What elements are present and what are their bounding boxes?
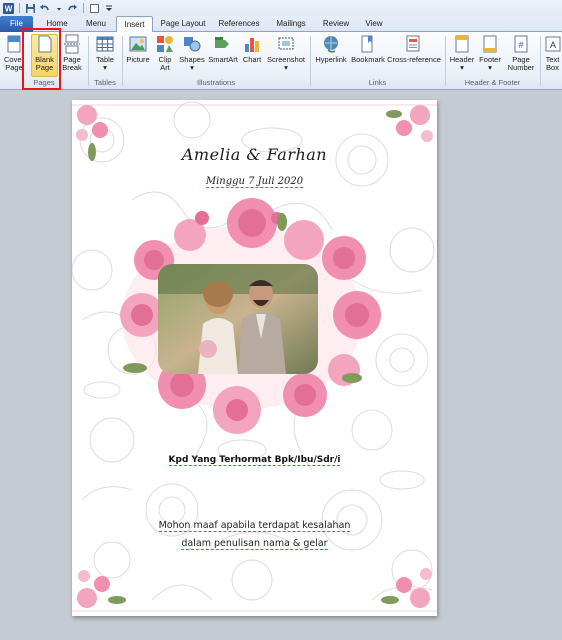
quick-access-toolbar: W — [0, 0, 562, 16]
undo-icon[interactable] — [39, 3, 50, 14]
text-box-button[interactable]: A Text Box — [543, 34, 562, 72]
new-document-icon[interactable] — [89, 3, 100, 14]
screenshot-dropdown-arrow-icon: ▾ — [284, 63, 288, 72]
tab-view[interactable]: View — [360, 16, 388, 32]
customize-qat-icon[interactable] — [103, 3, 114, 14]
tab-review[interactable]: Review — [318, 16, 354, 32]
screenshot-button[interactable]: Screenshot ▾ — [265, 34, 307, 72]
ribbon-tabs: File Home Menu Insert Page Layout Refere… — [0, 16, 562, 33]
svg-text:A: A — [549, 40, 555, 50]
qat-separator — [83, 3, 84, 13]
cover-page-button[interactable]: Cover Page — [1, 34, 27, 72]
cross-reference-icon — [404, 34, 424, 54]
couple-photo — [158, 264, 318, 374]
cross-reference-button[interactable]: Cross-reference — [386, 34, 442, 64]
picture-icon — [128, 34, 148, 54]
shapes-icon — [182, 34, 202, 54]
clip-art-label-2: Art — [160, 63, 170, 72]
apology-line-1: Mohon maaf apabila terdapat kesalahan — [72, 520, 437, 532]
page-number-icon: # — [511, 34, 531, 54]
header-button[interactable]: Header ▾ — [448, 34, 476, 72]
cover-page-icon — [4, 34, 24, 54]
tab-menu[interactable]: Menu — [80, 16, 112, 32]
tab-insert[interactable]: Insert — [116, 16, 153, 33]
qat-separator — [19, 3, 20, 13]
smartart-icon — [213, 34, 233, 54]
apology-text-2: dalam penulisan nama & gelar — [181, 538, 328, 550]
blank-page-label-2: Page — [35, 63, 54, 72]
save-icon[interactable] — [25, 3, 36, 14]
group-label-illustrations: Illustrations — [197, 78, 235, 87]
header-icon — [452, 34, 472, 54]
redo-icon[interactable] — [67, 3, 78, 14]
text-box-label-2: Box — [546, 63, 559, 72]
page-number-label-2: Number — [507, 63, 535, 72]
page-break-button[interactable]: Page Break — [60, 34, 84, 72]
group-label-pages: Pages — [33, 78, 55, 87]
bookmark-button[interactable]: Bookmark — [350, 34, 386, 64]
page-break-icon — [62, 34, 82, 54]
svg-text:#: # — [518, 40, 523, 50]
hyperlink-label: Hyperlink — [315, 55, 347, 64]
shapes-dropdown-arrow-icon: ▾ — [190, 63, 194, 72]
tab-references[interactable]: References — [214, 16, 264, 32]
recipient-text: Kpd Yang Terhormat Bpk/Ibu/Sdr/i — [168, 455, 341, 466]
word-app-icon[interactable]: W — [3, 2, 14, 14]
footer-button[interactable]: Footer ▾ — [477, 34, 503, 72]
dropdown-arrow-icon[interactable] — [53, 3, 64, 14]
group-label-header-footer: Header & Footer — [464, 78, 521, 87]
footer-icon — [480, 34, 500, 54]
group-label-tables: Tables — [94, 78, 116, 87]
text-box-icon: A — [544, 34, 562, 54]
cover-page-label-2: Page — [5, 63, 23, 72]
table-button[interactable]: Table ▾ — [92, 34, 118, 72]
group-separator — [540, 36, 541, 86]
blank-page-icon — [35, 34, 55, 54]
tab-mailings[interactable]: Mailings — [270, 16, 312, 32]
document-area: Amelia & Farhan Minggu 7 Juli 2020 Kpd Y… — [0, 91, 562, 640]
chart-icon — [242, 34, 262, 54]
ribbon-insert: Cover Page Blank Page Page Break Pages T… — [0, 32, 562, 90]
clip-art-icon — [155, 34, 175, 54]
hyperlink-button[interactable]: Hyperlink — [313, 34, 349, 64]
cross-reference-label: Cross-reference — [387, 55, 441, 64]
table-icon — [95, 34, 115, 54]
apology-text-1: Mohon maaf apabila terdapat kesalahan — [158, 520, 351, 532]
recipient-line: Kpd Yang Terhormat Bpk/Ibu/Sdr/i — [72, 455, 437, 466]
tab-home[interactable]: Home — [40, 16, 74, 32]
picture-label: Picture — [126, 55, 150, 64]
document-page[interactable]: Amelia & Farhan Minggu 7 Juli 2020 Kpd Y… — [72, 100, 437, 616]
table-dropdown-arrow-icon: ▾ — [103, 63, 107, 72]
group-label-links: Links — [368, 78, 387, 87]
hyperlink-icon — [321, 34, 341, 54]
clip-art-button[interactable]: Clip Art — [154, 34, 176, 72]
blank-page-button[interactable]: Blank Page — [31, 34, 58, 72]
svg-text:W: W — [5, 4, 13, 13]
tab-file[interactable]: File — [0, 16, 33, 32]
screenshot-icon — [276, 34, 296, 54]
tab-page-layout[interactable]: Page Layout — [157, 16, 209, 32]
chart-label: Chart — [242, 55, 262, 64]
bookmark-icon — [358, 34, 378, 54]
apology-line-2: dalam penulisan nama & gelar — [72, 538, 437, 550]
page-number-button[interactable]: # Page Number — [505, 34, 537, 72]
smartart-button[interactable]: SmartArt — [207, 34, 239, 64]
footer-dropdown-arrow-icon: ▾ — [488, 63, 492, 72]
shapes-button[interactable]: Shapes ▾ — [178, 34, 206, 72]
header-dropdown-arrow-icon: ▾ — [460, 63, 464, 72]
picture-button[interactable]: Picture — [124, 34, 152, 64]
chart-button[interactable]: Chart — [241, 34, 263, 64]
bookmark-label: Bookmark — [351, 55, 385, 64]
smartart-label: SmartArt — [208, 55, 238, 64]
page-break-label-2: Break — [62, 63, 82, 72]
